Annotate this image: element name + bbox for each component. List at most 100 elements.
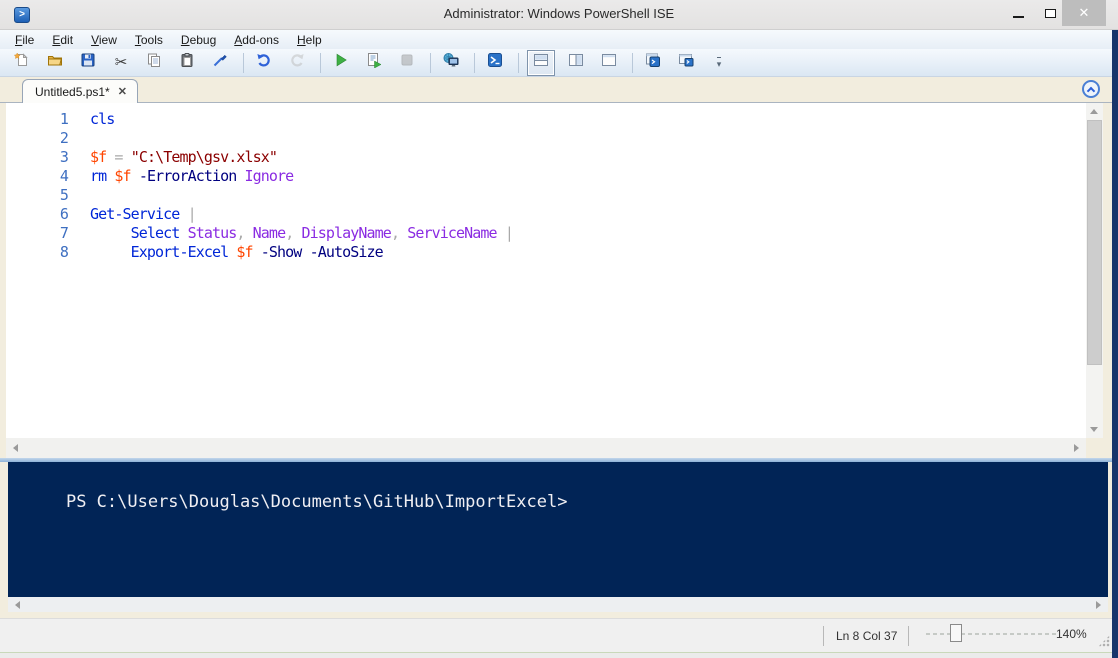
line-number: 6 bbox=[6, 205, 90, 224]
code-line: 5 bbox=[6, 186, 1086, 205]
toolbar-separator bbox=[518, 53, 519, 73]
close-button[interactable]: ✕ bbox=[1062, 0, 1106, 26]
new-powershell-tab-button[interactable] bbox=[641, 51, 665, 75]
title-bar: > Administrator: Windows PowerShell ISE … bbox=[0, 0, 1118, 30]
redo-button bbox=[285, 51, 309, 75]
undo-button[interactable] bbox=[252, 51, 276, 75]
toolbar-overflow-button[interactable]: ▾ bbox=[707, 51, 731, 75]
script-editor[interactable]: 1cls23$f = "C:\Temp\gsv.xlsx"4rm $f -Err… bbox=[6, 103, 1086, 438]
line-col-indicator: Ln 8 Col 37 bbox=[836, 629, 897, 643]
scroll-right-icon[interactable] bbox=[1096, 601, 1101, 609]
zoom-slider-thumb[interactable] bbox=[950, 624, 962, 642]
close-icon: ✕ bbox=[1079, 5, 1090, 21]
menu-item-edit[interactable]: Edit bbox=[43, 32, 82, 48]
menu-item-debug[interactable]: Debug bbox=[172, 32, 225, 48]
collapse-script-pane-button[interactable] bbox=[1082, 80, 1100, 98]
menu-item-tools[interactable]: Tools bbox=[126, 32, 172, 48]
line-number: 4 bbox=[6, 167, 90, 186]
open-script-button[interactable] bbox=[43, 51, 67, 75]
status-separator bbox=[823, 626, 824, 646]
powershell-ise-window: > Administrator: Windows PowerShell ISE … bbox=[0, 0, 1118, 658]
cut-button[interactable]: ✂ bbox=[109, 51, 133, 75]
toolbar-separator bbox=[474, 53, 475, 73]
scroll-down-icon[interactable] bbox=[1090, 427, 1098, 432]
clear-pane-icon bbox=[212, 52, 228, 73]
toolbar-separator bbox=[632, 53, 633, 73]
menu-item-view[interactable]: View bbox=[82, 32, 126, 48]
run-icon bbox=[333, 52, 349, 73]
menu-item-help[interactable]: Help bbox=[288, 32, 331, 48]
code-text: cls bbox=[90, 110, 114, 129]
console-prompt: PS C:\Users\Douglas\Documents\GitHub\Imp… bbox=[66, 492, 568, 512]
code-line: 6Get-Service | bbox=[6, 205, 1086, 224]
console-pane[interactable]: PS C:\Users\Douglas\Documents\GitHub\Imp… bbox=[8, 462, 1108, 597]
window-bottom-edge bbox=[0, 652, 1118, 658]
run-selection-button[interactable] bbox=[362, 51, 386, 75]
run-script-button[interactable] bbox=[329, 51, 353, 75]
run-selection-icon bbox=[366, 52, 382, 73]
editor-horizontal-scrollbar[interactable] bbox=[6, 438, 1086, 458]
editor-vertical-scrollbar[interactable] bbox=[1086, 103, 1103, 438]
show-script-pane-top-button[interactable] bbox=[527, 50, 555, 76]
menu-item-addons[interactable]: Add-ons bbox=[225, 32, 288, 48]
tab-untitled5[interactable]: Untitled5.ps1* ✕ bbox=[22, 79, 138, 103]
scroll-up-icon[interactable] bbox=[1090, 109, 1098, 114]
overflow-icon: ▾ bbox=[717, 54, 722, 72]
show-script-pane-maximized-button[interactable] bbox=[597, 51, 621, 75]
console-horizontal-scrollbar[interactable] bbox=[8, 597, 1108, 612]
code-line: 2 bbox=[6, 129, 1086, 148]
code-line: 3$f = "C:\Temp\gsv.xlsx" bbox=[6, 148, 1086, 167]
scroll-left-icon[interactable] bbox=[13, 444, 18, 452]
line-number: 5 bbox=[6, 186, 90, 205]
new-remote-powershell-tab-button[interactable] bbox=[439, 51, 463, 75]
line-number: 2 bbox=[6, 129, 90, 148]
resize-grip[interactable] bbox=[1098, 635, 1110, 647]
save-script-button[interactable] bbox=[76, 51, 100, 75]
window-right-edge bbox=[1112, 30, 1118, 658]
layout-top-icon bbox=[533, 52, 549, 73]
remote-tab-icon bbox=[443, 52, 459, 73]
redo-icon bbox=[289, 52, 305, 73]
code-line: 1cls bbox=[6, 110, 1086, 129]
save-icon bbox=[80, 52, 96, 73]
new-remote-tab-button[interactable] bbox=[674, 51, 698, 75]
toolbar-separator bbox=[320, 53, 321, 73]
code-text: rm $f -ErrorAction Ignore bbox=[90, 167, 293, 186]
start-powershell-exe-button[interactable] bbox=[483, 51, 507, 75]
tab-close-icon[interactable]: ✕ bbox=[118, 85, 127, 98]
zoom-slider[interactable] bbox=[926, 633, 1056, 635]
scroll-right-icon[interactable] bbox=[1074, 444, 1079, 452]
code-text: Get-Service | bbox=[90, 205, 196, 224]
code-line: 7 Select Status, Name, DisplayName, Serv… bbox=[6, 224, 1086, 243]
powershell-icon bbox=[487, 52, 503, 73]
code-text: Select Status, Name, DisplayName, Servic… bbox=[90, 224, 513, 243]
layout-right-icon bbox=[568, 52, 584, 73]
new-script-button[interactable] bbox=[10, 51, 34, 75]
toolbar: ✂▾ bbox=[0, 49, 1118, 77]
tab-label: Untitled5.ps1* bbox=[35, 85, 110, 99]
status-separator bbox=[908, 626, 909, 646]
line-number: 1 bbox=[6, 110, 90, 129]
stop-icon bbox=[399, 52, 415, 73]
line-number: 7 bbox=[6, 224, 90, 243]
code-text: $f = "C:\Temp\gsv.xlsx" bbox=[90, 148, 277, 167]
menu-item-file[interactable]: File bbox=[6, 32, 43, 48]
toolbar-separator bbox=[430, 53, 431, 73]
open-folder-icon bbox=[47, 52, 63, 73]
line-number: 8 bbox=[6, 243, 90, 262]
chevron-up-icon bbox=[1087, 86, 1095, 94]
copy-button[interactable] bbox=[142, 51, 166, 75]
clear-console-pane-button[interactable] bbox=[208, 51, 232, 75]
scroll-left-icon[interactable] bbox=[15, 601, 20, 609]
code-line: 4rm $f -ErrorAction Ignore bbox=[6, 167, 1086, 186]
show-script-pane-right-button[interactable] bbox=[564, 51, 588, 75]
layout-max-icon bbox=[601, 52, 617, 73]
editor-vscroll-thumb[interactable] bbox=[1087, 120, 1102, 365]
minimize-button[interactable] bbox=[1002, 0, 1034, 26]
undo-icon bbox=[256, 52, 272, 73]
remote-new-tab-icon bbox=[678, 52, 694, 73]
paste-button[interactable] bbox=[175, 51, 199, 75]
new-script-icon bbox=[14, 52, 30, 73]
tab-strip: Untitled5.ps1* ✕ bbox=[0, 77, 1112, 103]
maximize-icon bbox=[1045, 9, 1056, 18]
